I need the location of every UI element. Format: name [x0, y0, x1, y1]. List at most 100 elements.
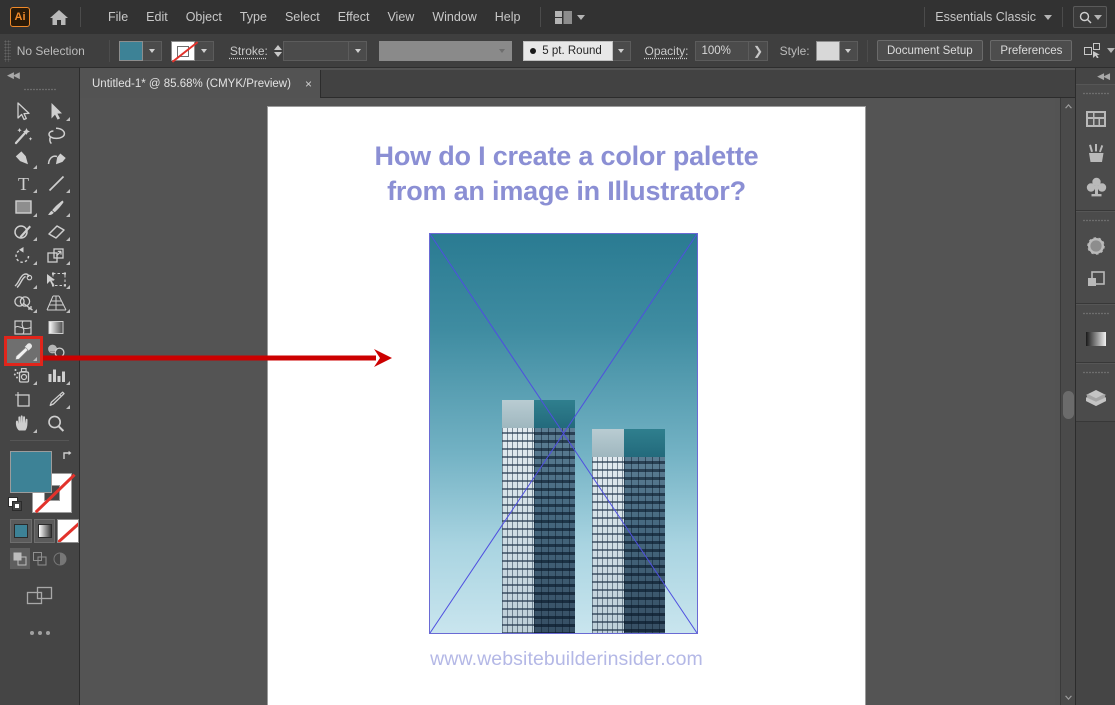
scale-tool[interactable]	[40, 243, 73, 267]
stroke-swatch-none[interactable]	[171, 41, 195, 61]
hand-tool[interactable]	[7, 411, 40, 435]
preferences-button[interactable]: Preferences	[990, 40, 1072, 61]
draw-inside-button[interactable]	[50, 548, 70, 569]
fill-swatch[interactable]	[119, 41, 143, 61]
workspace-switcher[interactable]: Essentials Classic	[935, 10, 1036, 24]
stroke-weight-label[interactable]: Stroke:	[230, 44, 268, 58]
close-icon[interactable]: ×	[305, 78, 312, 90]
stroke-weight-stepper[interactable]	[274, 45, 282, 57]
swap-fill-stroke-icon[interactable]	[62, 449, 76, 463]
brush-definition-field[interactable]: 5 pt. Round	[523, 41, 612, 61]
tools-collapse-button[interactable]: ◀◀	[0, 68, 79, 83]
graphic-style-swatch[interactable]	[816, 41, 839, 61]
graphic-style-dropdown[interactable]	[840, 41, 858, 61]
edit-toolbar-button[interactable]	[0, 631, 79, 635]
menu-effect[interactable]: Effect	[329, 5, 379, 29]
search-input[interactable]	[1073, 6, 1107, 28]
placed-image-skyscrapers[interactable]	[429, 233, 698, 634]
stroke-panel-icon[interactable]	[1076, 229, 1115, 263]
shape-builder-tool[interactable]	[7, 291, 40, 315]
menu-object[interactable]: Object	[177, 5, 231, 29]
none-mode-button[interactable]	[57, 519, 79, 543]
artboard-tool[interactable]	[7, 387, 40, 411]
symbol-sprayer-tool[interactable]	[7, 363, 40, 387]
menu-edit[interactable]: Edit	[137, 5, 177, 29]
gradient-panel-icon[interactable]	[1076, 322, 1115, 356]
menu-select[interactable]: Select	[276, 5, 329, 29]
rectangle-tool[interactable]	[7, 195, 40, 219]
pen-tool[interactable]	[7, 147, 40, 171]
shaper-tool[interactable]	[7, 219, 40, 243]
magic-wand-tool[interactable]	[7, 123, 40, 147]
curvature-tool[interactable]	[40, 147, 73, 171]
eyedropper-tool[interactable]	[7, 339, 40, 363]
scroll-up-icon[interactable]	[1061, 98, 1076, 113]
document-tab[interactable]: Untitled-1* @ 85.68% (CMYK/Preview) ×	[80, 70, 321, 98]
lasso-tool[interactable]	[40, 123, 73, 147]
draw-normal-button[interactable]	[10, 548, 30, 569]
vertical-scrollbar[interactable]	[1060, 98, 1075, 705]
tools-panel-grip[interactable]	[23, 83, 57, 96]
stroke-color-control[interactable]	[171, 41, 214, 61]
paintbrush-tool[interactable]	[40, 195, 73, 219]
line-segment-tool[interactable]	[40, 171, 73, 195]
symbols-panel-icon[interactable]	[1076, 170, 1115, 204]
menu-type[interactable]: Type	[231, 5, 276, 29]
brushes-panel-icon[interactable]	[1076, 136, 1115, 170]
control-bar-grip[interactable]	[4, 40, 11, 62]
width-profile-dropdown[interactable]	[493, 41, 511, 61]
stroke-weight-dropdown[interactable]	[349, 41, 367, 61]
type-tool[interactable]: T	[7, 171, 40, 195]
home-icon[interactable]	[48, 7, 70, 27]
slice-tool[interactable]	[40, 387, 73, 411]
color-swatch-mode-button[interactable]	[10, 519, 32, 543]
free-transform-tool[interactable]	[40, 267, 73, 291]
direct-selection-tool[interactable]	[40, 99, 73, 123]
gradient-mode-button[interactable]	[34, 519, 56, 543]
align-chevron-down-icon[interactable]	[1107, 48, 1115, 53]
transparency-panel-icon[interactable]	[1076, 263, 1115, 297]
selection-tool[interactable]	[7, 99, 40, 123]
menu-file[interactable]: File	[99, 5, 137, 29]
scroll-down-icon[interactable]	[1061, 690, 1076, 705]
menu-view[interactable]: View	[378, 5, 423, 29]
eraser-tool[interactable]	[40, 219, 73, 243]
rotate-tool[interactable]	[7, 243, 40, 267]
width-tool[interactable]	[7, 267, 40, 291]
dock-group-1-grip[interactable]	[1083, 87, 1109, 99]
menu-window[interactable]: Window	[423, 5, 485, 29]
align-to-control[interactable]	[1084, 43, 1115, 58]
opacity-flyout-button[interactable]: ❯	[749, 41, 768, 61]
artboard[interactable]: How do I create a color palette from an …	[268, 107, 865, 705]
opacity-label[interactable]: Opacity:	[644, 44, 688, 58]
fill-dropdown-button[interactable]	[143, 41, 162, 61]
change-screen-mode-button[interactable]	[0, 583, 79, 609]
workspace-chevron-down-icon[interactable]	[1044, 15, 1052, 20]
document-setup-button[interactable]: Document Setup	[877, 40, 983, 61]
stroke-dropdown-button[interactable]	[195, 41, 214, 61]
document-canvas[interactable]: How do I create a color palette from an …	[80, 98, 1055, 705]
mesh-tool[interactable]	[7, 315, 40, 339]
menu-help[interactable]: Help	[486, 5, 530, 29]
stroke-weight-input[interactable]	[283, 41, 349, 61]
draw-behind-button[interactable]	[30, 548, 50, 569]
stepper-up-icon[interactable]	[274, 45, 282, 50]
brush-definition-dropdown[interactable]	[613, 41, 631, 61]
fill-color-control[interactable]	[119, 41, 162, 61]
vertical-scroll-thumb[interactable]	[1063, 391, 1074, 419]
stepper-down-icon[interactable]	[274, 52, 282, 57]
arrange-documents-icon[interactable]	[555, 11, 585, 24]
default-fill-stroke-icon[interactable]	[8, 497, 23, 512]
dock-group-2-grip[interactable]	[1083, 214, 1109, 226]
fill-swatch-large[interactable]	[10, 451, 52, 493]
opacity-input[interactable]: 100%	[695, 41, 750, 61]
dock-collapse-button[interactable]: ◀◀	[1076, 68, 1115, 84]
dock-group-4-grip[interactable]	[1083, 366, 1109, 378]
dock-group-3-grip[interactable]	[1083, 307, 1109, 319]
zoom-tool[interactable]	[40, 411, 73, 435]
layers-panel-icon[interactable]	[1076, 381, 1115, 415]
properties-panel-icon[interactable]	[1076, 102, 1115, 136]
variable-width-profile[interactable]	[379, 41, 493, 61]
gradient-tool[interactable]	[40, 315, 73, 339]
perspective-grid-tool[interactable]	[40, 291, 73, 315]
